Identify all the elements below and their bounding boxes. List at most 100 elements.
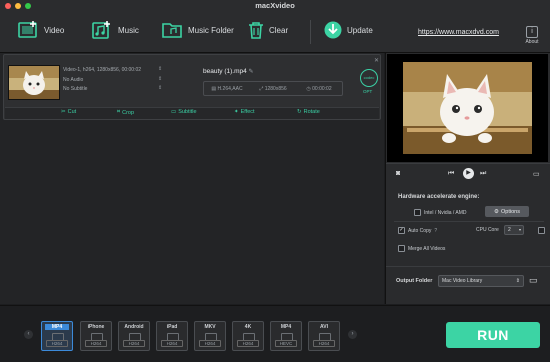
- rotate-icon: ↻: [297, 109, 302, 115]
- chevron-down-icon: ▾: [518, 227, 521, 232]
- cpu-core-extra-checkbox[interactable]: [538, 227, 545, 234]
- cut-button[interactable]: ✂ Cut: [61, 109, 76, 115]
- auto-copy-help-icon[interactable]: ?: [434, 228, 437, 234]
- clear-button[interactable]: Clear: [247, 20, 288, 40]
- add-music-folder-button[interactable]: Music Folder: [162, 20, 234, 40]
- run-button[interactable]: RUN: [446, 322, 540, 348]
- hardware-accel-checkbox-box[interactable]: [414, 209, 421, 216]
- format-avi[interactable]: AVI H264: [308, 321, 340, 351]
- formats-next-icon[interactable]: ›: [348, 330, 357, 339]
- format-codec: H264: [46, 340, 68, 347]
- subtitle-button[interactable]: ▭ Subtitle: [171, 109, 197, 115]
- format-codec: H264: [237, 340, 259, 347]
- resolution-info: ⤢ 1280x856: [259, 85, 287, 92]
- update-label: Update: [347, 25, 373, 35]
- output-divider: [386, 266, 550, 267]
- window-title: macXvideo: [255, 1, 295, 10]
- rotate-button[interactable]: ↻ Rotate: [297, 109, 320, 115]
- auto-copy-label: Auto Copy: [408, 227, 432, 234]
- remove-file-icon[interactable]: ✕: [374, 57, 379, 64]
- crop-button[interactable]: ⌗ Crop: [117, 109, 134, 116]
- video-track-stepper-icon[interactable]: ⇕: [158, 66, 162, 72]
- cpu-core-select[interactable]: 2 ▾: [504, 225, 524, 235]
- opt-label: OPT: [363, 89, 373, 94]
- format-4k[interactable]: 4K H264: [232, 321, 264, 351]
- format-mkv[interactable]: MKV H264: [194, 321, 226, 351]
- file-item[interactable]: ✕ Video-1, h264, 1280x856, 00:00:02 No A…: [3, 54, 381, 120]
- update-button[interactable]: Update: [323, 20, 373, 40]
- music-folder-icon: [162, 23, 182, 38]
- format-android[interactable]: Android H264: [118, 321, 150, 351]
- duration-info: ◷ 00:00:02: [306, 85, 332, 92]
- format-codec: H264: [161, 340, 183, 347]
- format-name: iPhone: [87, 324, 105, 330]
- format-mp4-hevc[interactable]: MP4 HEVC: [270, 321, 302, 351]
- subtitle-label: Subtitle: [178, 109, 197, 115]
- hardware-accel-title: Hardware accelerate engine:: [398, 194, 480, 200]
- crop-icon: ⌗: [117, 109, 121, 115]
- codec-info: ▤ H.264,AAC: [211, 85, 243, 92]
- audio-track-stepper-icon[interactable]: ⇕: [158, 76, 162, 82]
- effect-label: Effect: [240, 109, 255, 115]
- merge-videos-checkbox-box[interactable]: [398, 245, 405, 252]
- open-folder-icon[interactable]: ▭: [533, 170, 540, 178]
- audio-track-info[interactable]: No Audio: [63, 77, 83, 83]
- chevron-updown-icon: ⇕: [515, 278, 520, 284]
- add-music-button[interactable]: Music: [92, 20, 139, 40]
- file-properties: ▤ H.264,AAC ⤢ 1280x856 ◷ 00:00:02: [203, 81, 343, 96]
- resolution-text: 1280x856: [264, 85, 287, 92]
- format-name: 4K: [244, 324, 252, 330]
- hardware-accel-checkbox[interactable]: Intel / Nvidia / AMD: [414, 209, 467, 216]
- auto-copy-checkbox-box[interactable]: ✓: [398, 227, 405, 234]
- snapshot-camera-icon[interactable]: ◙: [396, 170, 400, 177]
- merge-videos-checkbox[interactable]: Merge All Videos: [398, 245, 445, 252]
- format-iphone[interactable]: iPhone H264: [80, 321, 112, 351]
- clear-label: Clear: [269, 25, 289, 35]
- download-update-icon: [324, 21, 342, 39]
- options-button[interactable]: ⚙ Options: [485, 206, 529, 217]
- gear-icon: ⚙: [494, 208, 499, 215]
- codec-options-icon[interactable]: codec: [360, 69, 378, 87]
- format-name: iPad: [166, 324, 178, 330]
- auto-copy-checkbox[interactable]: ✓ Auto Copy ?: [398, 227, 437, 234]
- video-label: Video: [44, 25, 65, 35]
- subtitle-track-info[interactable]: No Subtitle: [63, 86, 87, 92]
- website-link[interactable]: https://www.macxdvd.com: [418, 29, 499, 36]
- file-name: beauty (1).mp4 ✎: [203, 68, 254, 75]
- effect-wand-icon: ✦: [234, 109, 239, 115]
- file-list-panel: ✕ Video-1, h264, 1280x856, 00:00:02 No A…: [0, 53, 384, 304]
- merge-videos-label: Merge All Videos: [408, 245, 446, 252]
- settings-panel: ◙ ⏮ ▶ ⏭ ▭ Hardware accelerate engine: In…: [385, 53, 550, 304]
- browse-folder-icon[interactable]: ▭: [529, 275, 538, 286]
- video-preview[interactable]: [387, 54, 548, 162]
- rename-pencil-icon[interactable]: ✎: [249, 69, 254, 75]
- cut-label: Cut: [67, 109, 77, 115]
- format-mp4-h264[interactable]: MP4 H264: [41, 321, 73, 351]
- previous-frame-icon[interactable]: ⏮: [448, 170, 454, 178]
- cpu-core-value: 2: [508, 227, 511, 233]
- format-name: MKV: [204, 324, 216, 330]
- format-bar: ‹ MP4 H264 iPhone H264 Android H264 iPad…: [0, 305, 550, 362]
- play-icon[interactable]: ▶: [463, 168, 474, 179]
- output-folder-label: Output Folder: [396, 278, 433, 284]
- format-name: MP4: [280, 324, 292, 330]
- edit-toolbar: ✂ Cut ⌗ Crop ▭ Subtitle ✦ Effect ↻ Rotate: [5, 107, 379, 119]
- duration-text: 00:00:02: [312, 85, 332, 92]
- crop-label: Crop: [122, 109, 135, 116]
- output-folder-select[interactable]: Mac Video Library ⇕: [438, 275, 524, 287]
- info-icon: i: [526, 26, 538, 38]
- about-label: About: [525, 39, 539, 45]
- formats-prev-icon[interactable]: ‹: [24, 330, 33, 339]
- file-name-text: beauty (1).mp4: [203, 68, 247, 75]
- video-thumbnail[interactable]: [8, 65, 60, 100]
- about-button[interactable]: i About: [523, 26, 541, 45]
- next-frame-icon[interactable]: ⏭: [480, 170, 486, 178]
- toolbar-divider: [310, 20, 311, 44]
- format-ipad[interactable]: iPad H264: [156, 321, 188, 351]
- video-track-info: Video-1, h264, 1280x856, 00:00:02: [63, 67, 142, 73]
- format-codec: H264: [313, 340, 335, 347]
- section-divider: [394, 221, 544, 222]
- add-video-button[interactable]: Video: [18, 20, 64, 40]
- effect-button[interactable]: ✦ Effect: [234, 109, 255, 115]
- subtitle-track-stepper-icon[interactable]: ⇕: [158, 85, 162, 91]
